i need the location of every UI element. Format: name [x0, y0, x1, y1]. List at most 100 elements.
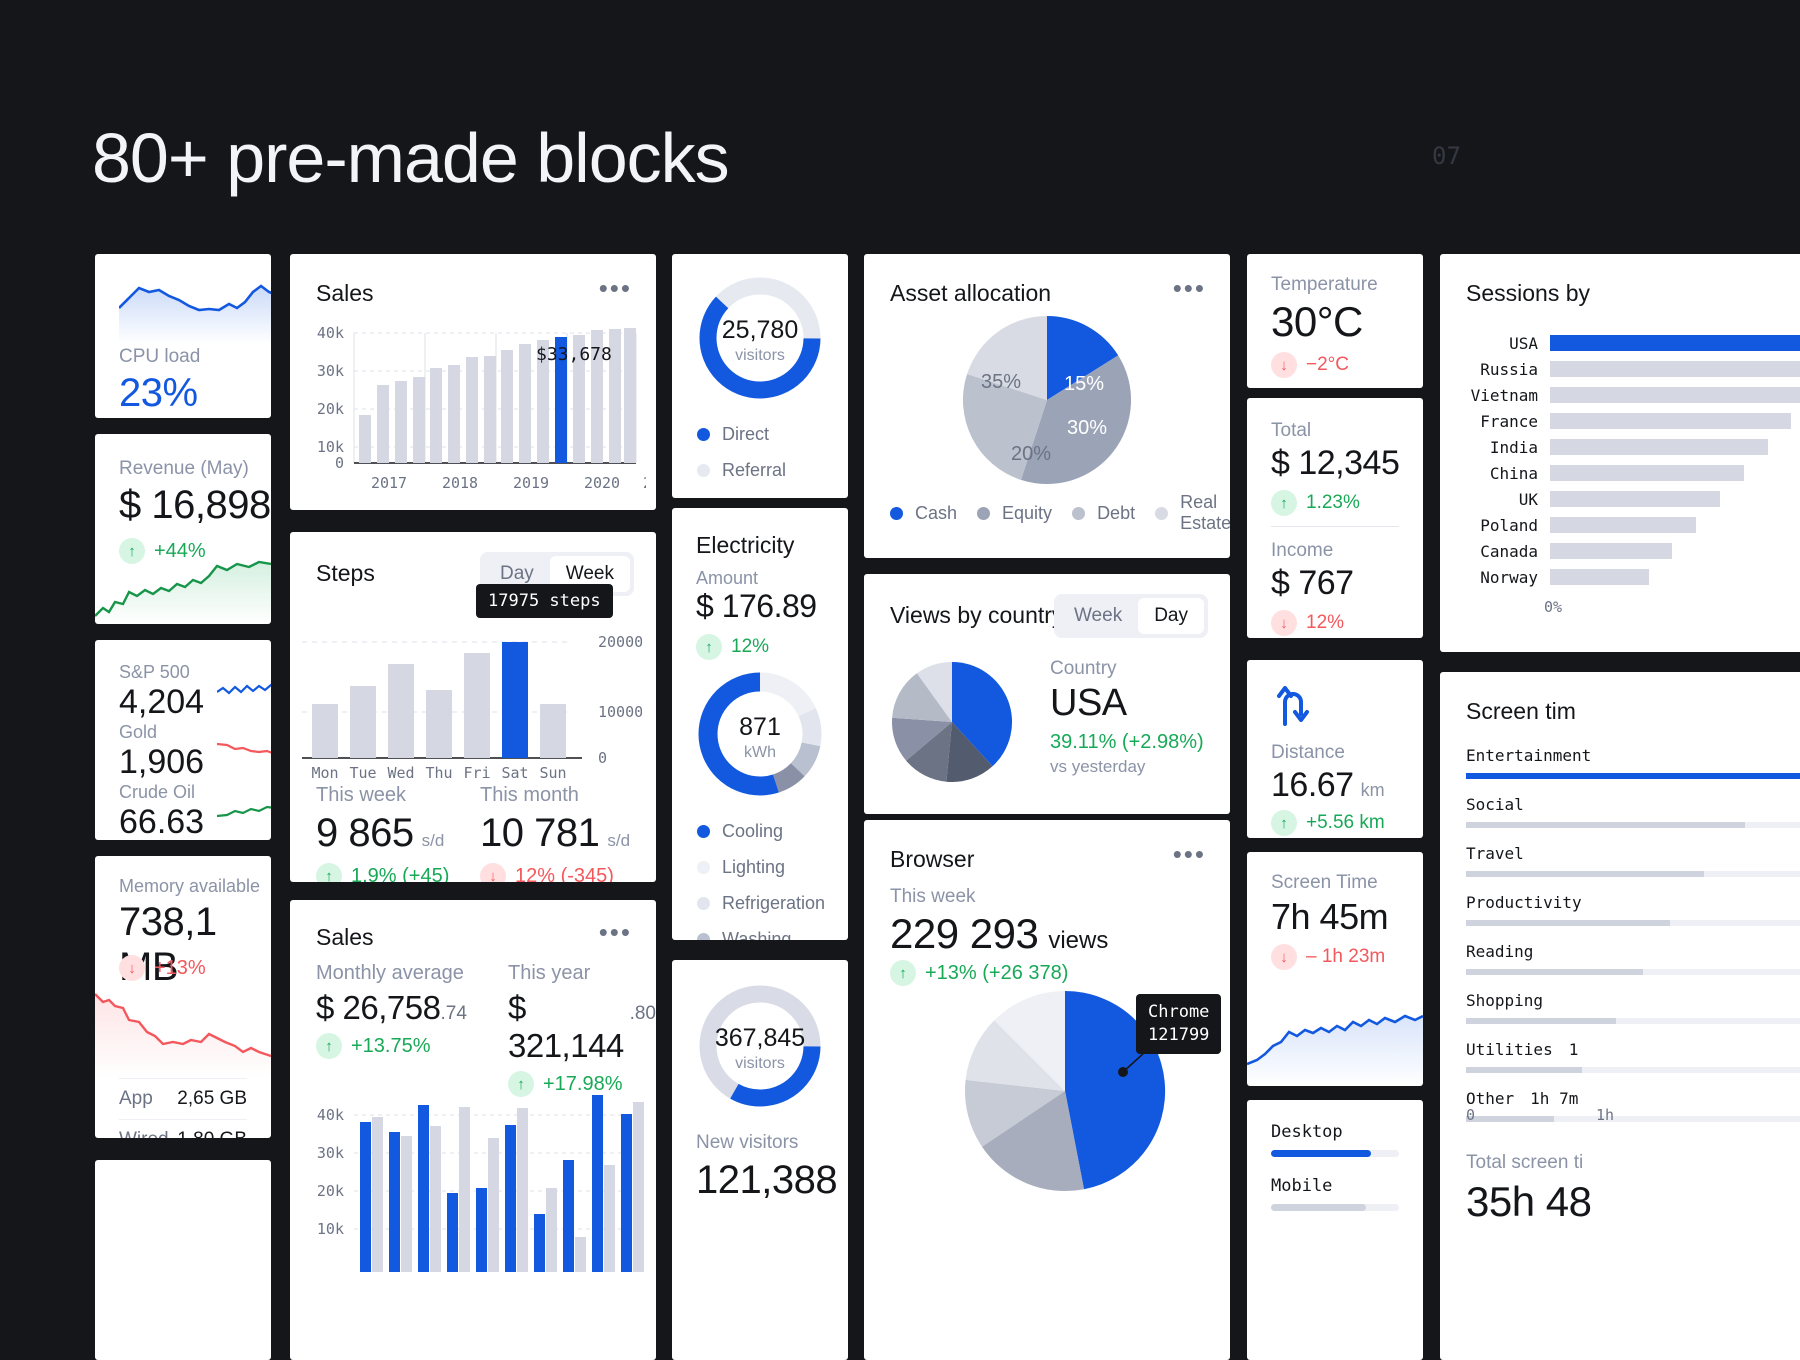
country-label: Country: [1050, 658, 1117, 679]
screen-time-list-title: Screen tim: [1466, 698, 1576, 724]
new-visitors-value: 121,388: [696, 1158, 838, 1202]
memory-delta-value: +13%: [154, 956, 206, 979]
screen-time-row-label: Shopping: [1466, 991, 1544, 1010]
arrow-up-icon: ↑: [316, 1033, 342, 1059]
svg-text:Tue: Tue: [349, 764, 376, 782]
screen-time-value: 7h 45m: [1271, 896, 1389, 937]
stat-value: $ 26,758: [316, 989, 441, 1026]
stat-value: 10 781: [480, 811, 600, 855]
legend-label: Equity: [1002, 502, 1053, 523]
total-label: Total: [1271, 420, 1312, 441]
legend-label: Direct: [722, 424, 770, 444]
card-sessions-by-country: Sessions by USA Russia Vietnam France In…: [1440, 254, 1800, 652]
crude-oil-sparkline: [217, 805, 271, 818]
sessions-row-bar: [1550, 517, 1697, 533]
total-delta: ↑ 1.23%: [1271, 490, 1360, 516]
browser-tooltip-value: 121799: [1148, 1024, 1210, 1045]
sessions-row-label: India: [1489, 437, 1538, 457]
device-label-mobile: Mobile: [1271, 1176, 1333, 1196]
screen-time-delta-value: – 1h 23m: [1306, 946, 1386, 967]
svg-text:Mon: Mon: [311, 764, 338, 782]
screen-time-row: Travel: [1466, 834, 1800, 883]
country-value: USA: [1050, 682, 1127, 724]
steps-bar-chart: Mon Tue Wed Thu Fri Sat Sun 20000 10000 …: [302, 633, 642, 782]
sessions-row-label: Poland: [1480, 515, 1538, 535]
stat-delta-value: 1.9% (+45): [351, 864, 450, 883]
sessions-title: Sessions by: [1466, 280, 1591, 306]
legend-dot-icon: [697, 897, 710, 910]
sp500-sparkline: [217, 683, 271, 695]
screen-time-delta: ↓ – 1h 23m: [1271, 944, 1385, 970]
market-value: 1,906: [119, 743, 205, 781]
overflow-menu-icon[interactable]: •••: [1173, 275, 1206, 301]
overflow-menu-icon[interactable]: •••: [1173, 841, 1206, 867]
revenue-sparkline: [95, 560, 271, 624]
svg-text:Fri: Fri: [463, 764, 490, 782]
screen-time-label: Screen Time: [1271, 872, 1378, 893]
country-sub: vs yesterday: [1050, 757, 1146, 776]
card-partial-bottom-left: [95, 1160, 271, 1360]
svg-text:2017: 2017: [371, 474, 407, 492]
svg-text:30k: 30k: [317, 362, 344, 380]
steps-tooltip: 17975 steps: [476, 584, 613, 618]
overflow-menu-icon[interactable]: •••: [599, 275, 632, 301]
card-screen-time-list: Screen tim Entertainment Social Travel P…: [1440, 672, 1800, 1360]
screen-time-row: Other 1h 7m: [1466, 1079, 1800, 1128]
legend-dot-icon: [890, 506, 903, 520]
views-toggle-week[interactable]: Week: [1058, 598, 1138, 634]
sales-stat-this-year: This year $ 321,144 .80 ↑ +17.98%: [508, 962, 656, 1097]
sessions-row-label: Canada: [1480, 541, 1538, 561]
temperature-delta: ↓ −2°C: [1271, 352, 1349, 378]
sales-grouped-title: Sales: [316, 924, 374, 950]
legend-label: Debt: [1097, 502, 1136, 523]
market-row-gold: Gold 1,906: [119, 722, 204, 782]
svg-text:2019: 2019: [513, 474, 549, 492]
market-label: S&P 500: [119, 662, 190, 682]
card-asset-allocation: Asset allocation ••• 15% 30% 20% 35% Cas…: [864, 254, 1230, 558]
arrow-down-icon: ↓: [1271, 610, 1297, 636]
arrow-up-icon: ↑: [1271, 810, 1297, 836]
sessions-row-label: UK: [1518, 489, 1538, 509]
legend-dot-icon: [697, 825, 710, 838]
legend-item-real-estate: Real Estate: [1155, 492, 1230, 534]
svg-text:10000: 10000: [598, 703, 642, 721]
income-delta: ↓ 12%: [1271, 610, 1344, 636]
sessions-row: Vietnam: [1466, 382, 1800, 408]
market-value: 66.63: [119, 803, 205, 840]
screen-time-row-time: 1: [1568, 1040, 1579, 1059]
cpu-load-value: 23%: [119, 371, 198, 415]
browser-tooltip-name: Chrome: [1148, 1002, 1210, 1022]
steps-bar-highlight: [502, 642, 528, 758]
legend-label: Refrigeration: [722, 893, 826, 913]
device-progress-desktop: [1271, 1150, 1399, 1157]
stat-delta: ↑ +13.75%: [316, 1033, 467, 1059]
sessions-row-label: Norway: [1480, 567, 1538, 587]
memory-sparkline: [95, 993, 271, 1078]
distance-delta-value: +5.56 km: [1306, 812, 1385, 833]
sales-bar-chart: 40k 30k 20k 10k 0 2017 2018 2019 2020: [317, 324, 646, 492]
svg-text:35%: 35%: [981, 371, 1021, 393]
stat-delta-value: +13.75%: [351, 1034, 431, 1057]
overflow-menu-icon[interactable]: •••: [599, 919, 632, 945]
views-period-toggle[interactable]: Week Day: [1053, 594, 1208, 638]
sessions-row: Canada: [1466, 538, 1800, 564]
arrow-up-icon: ↑: [1271, 490, 1297, 516]
card-distance: Distance 16.67 km ↑ +5.56 km: [1247, 660, 1423, 838]
sessions-row-label: Vietnam: [1470, 385, 1538, 405]
screen-time-row: Entertainment: [1466, 736, 1800, 785]
electricity-donut-unit: kWh: [744, 744, 776, 761]
views-by-country-title: Views by country: [890, 602, 1064, 628]
card-total-income: Total $ 12,345 ↑ 1.23% Income $ 767 ↓ 12…: [1247, 398, 1423, 638]
stat-decimals: .74: [440, 1003, 467, 1024]
stat-unit: s/d: [421, 831, 445, 850]
asset-allocation-title: Asset allocation: [890, 280, 1052, 306]
distance-unit: km: [1360, 780, 1385, 800]
sessions-row: USA: [1466, 330, 1800, 356]
stat-delta-value: 12% (-345): [515, 864, 614, 883]
svg-text:20000: 20000: [598, 633, 642, 651]
arrow-down-icon: ↓: [1271, 352, 1297, 378]
card-revenue: Revenue (May) $ 16,898 ↑ +44%: [95, 434, 271, 624]
card-sales-grouped: Sales ••• Monthly average $ 26,758 .74 ↑…: [290, 900, 656, 1360]
views-toggle-day[interactable]: Day: [1138, 598, 1204, 634]
stat-label: This month: [480, 784, 579, 806]
